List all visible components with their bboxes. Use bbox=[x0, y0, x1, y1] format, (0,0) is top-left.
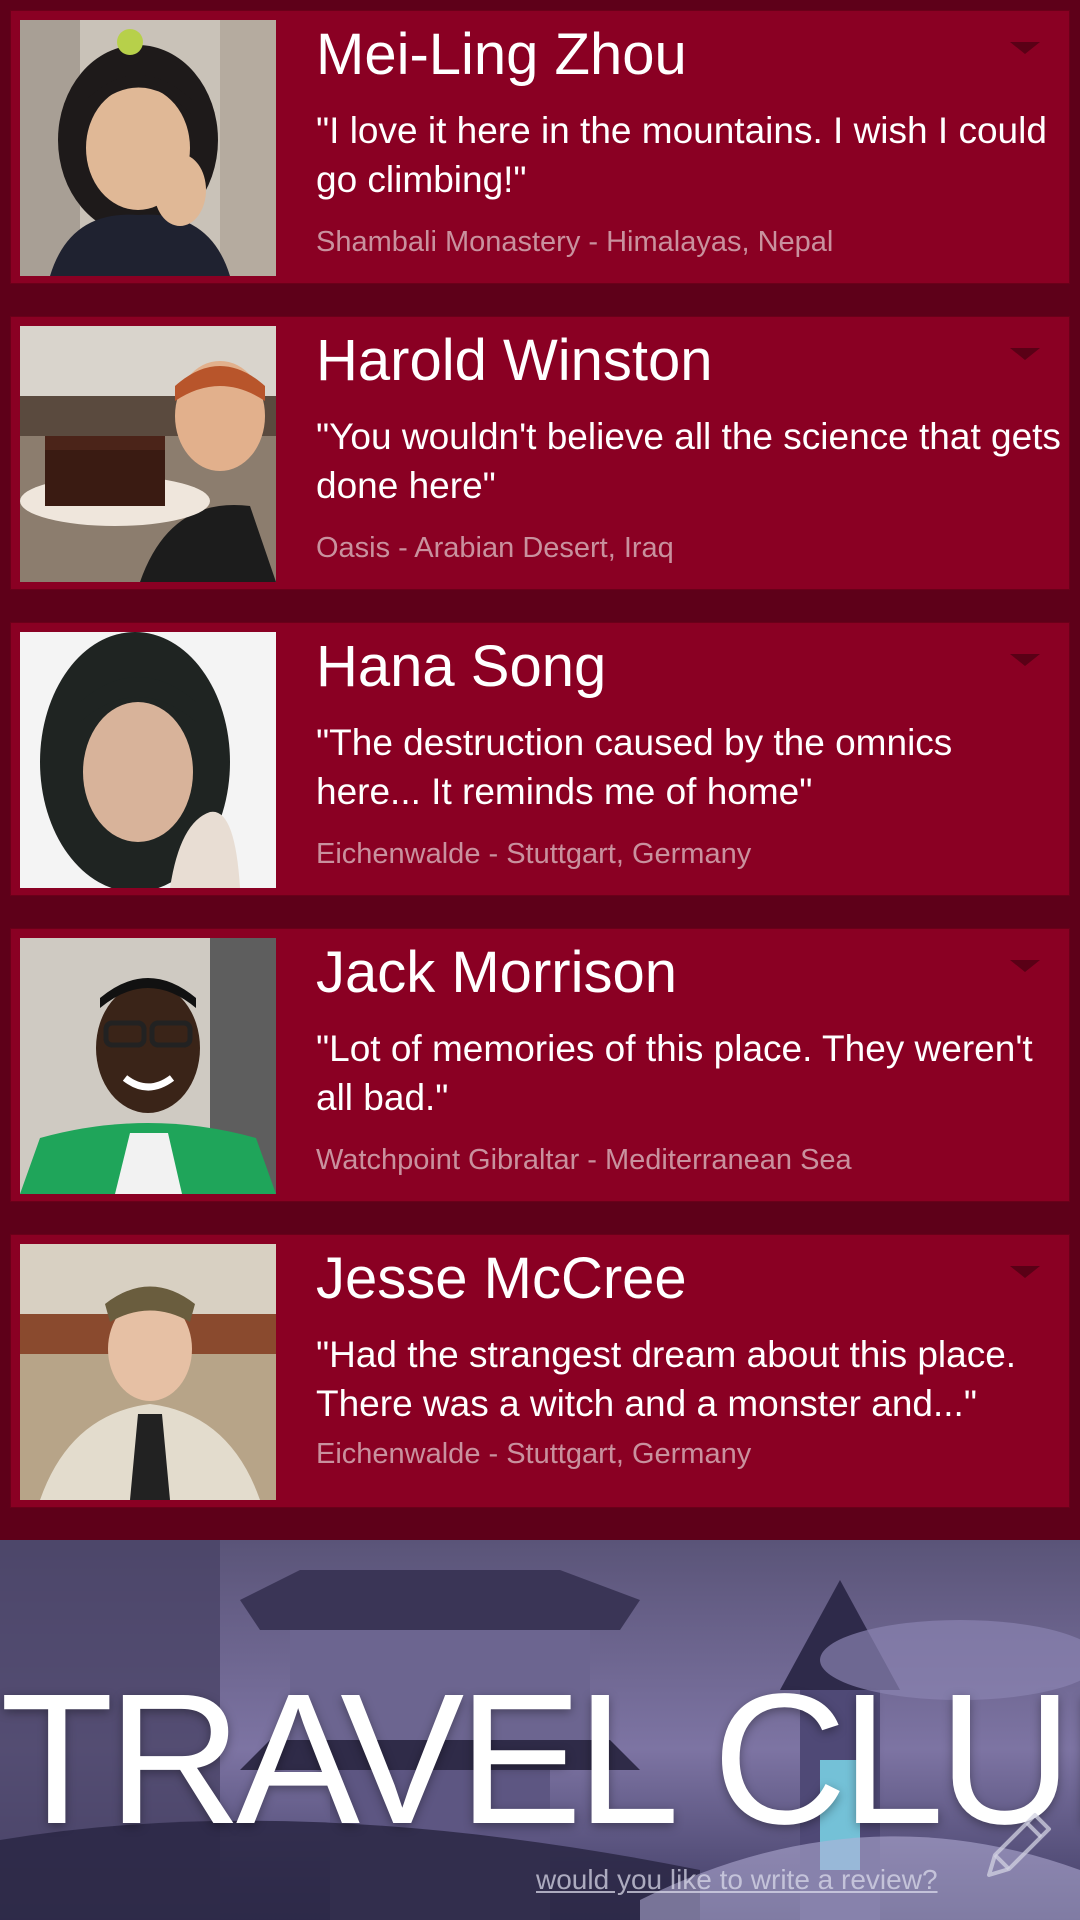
review-card[interactable]: Hana Song "The destruction caused by the… bbox=[10, 622, 1070, 896]
reviewer-name: Harold Winston bbox=[316, 328, 713, 393]
avatar bbox=[20, 1244, 276, 1500]
avatar bbox=[20, 938, 276, 1194]
review-quote: "The destruction caused by the omnics he… bbox=[316, 722, 953, 812]
review-quote: "You wouldn't believe all the science th… bbox=[316, 416, 1061, 506]
hero-title: TRAVEL CLUB bbox=[0, 1656, 1080, 1863]
reviewer-name: Jack Morrison bbox=[316, 940, 677, 1005]
avatar bbox=[20, 632, 276, 888]
review-location: Eichenwalde - Stuttgart, Germany bbox=[316, 1438, 752, 1470]
review-location: Oasis - Arabian Desert, Iraq bbox=[316, 532, 674, 564]
review-card[interactable]: Harold Winston "You wouldn't believe all… bbox=[10, 316, 1070, 590]
review-card[interactable]: Jack Morrison "Lot of memories of this p… bbox=[10, 928, 1070, 1202]
review-card[interactable]: Jesse McCree "Had the strangest dream ab… bbox=[10, 1234, 1070, 1508]
chevron-down-icon[interactable] bbox=[1010, 960, 1040, 972]
review-quote: "Lot of memories of this place. They wer… bbox=[316, 1028, 1033, 1118]
review-location: Shambali Monastery - Himalayas, Nepal bbox=[316, 226, 834, 258]
avatar bbox=[20, 20, 276, 276]
review-quote: "I love it here in the mountains. I wish… bbox=[316, 110, 1047, 200]
chevron-down-icon[interactable] bbox=[1010, 1266, 1040, 1278]
write-review-link[interactable]: would you like to write a review? bbox=[536, 1862, 938, 1898]
review-location: Eichenwalde - Stuttgart, Germany bbox=[316, 838, 752, 870]
pencil-icon[interactable] bbox=[975, 1805, 1059, 1889]
review-quote: "Had the strangest dream about this plac… bbox=[316, 1334, 1017, 1424]
reviewer-name: Mei-Ling Zhou bbox=[316, 22, 687, 87]
chevron-down-icon[interactable] bbox=[1010, 654, 1040, 666]
chevron-down-icon[interactable] bbox=[1010, 42, 1040, 54]
review-location: Watchpoint Gibraltar - Mediterranean Sea bbox=[316, 1144, 852, 1176]
hero-banner: TRAVEL CLUB would you like to write a re… bbox=[0, 1540, 1080, 1920]
review-card[interactable]: Mei-Ling Zhou "I love it here in the mou… bbox=[10, 10, 1070, 284]
reviewer-name: Jesse McCree bbox=[316, 1246, 687, 1311]
reviewer-name: Hana Song bbox=[316, 634, 607, 699]
avatar bbox=[20, 326, 276, 582]
chevron-down-icon[interactable] bbox=[1010, 348, 1040, 360]
